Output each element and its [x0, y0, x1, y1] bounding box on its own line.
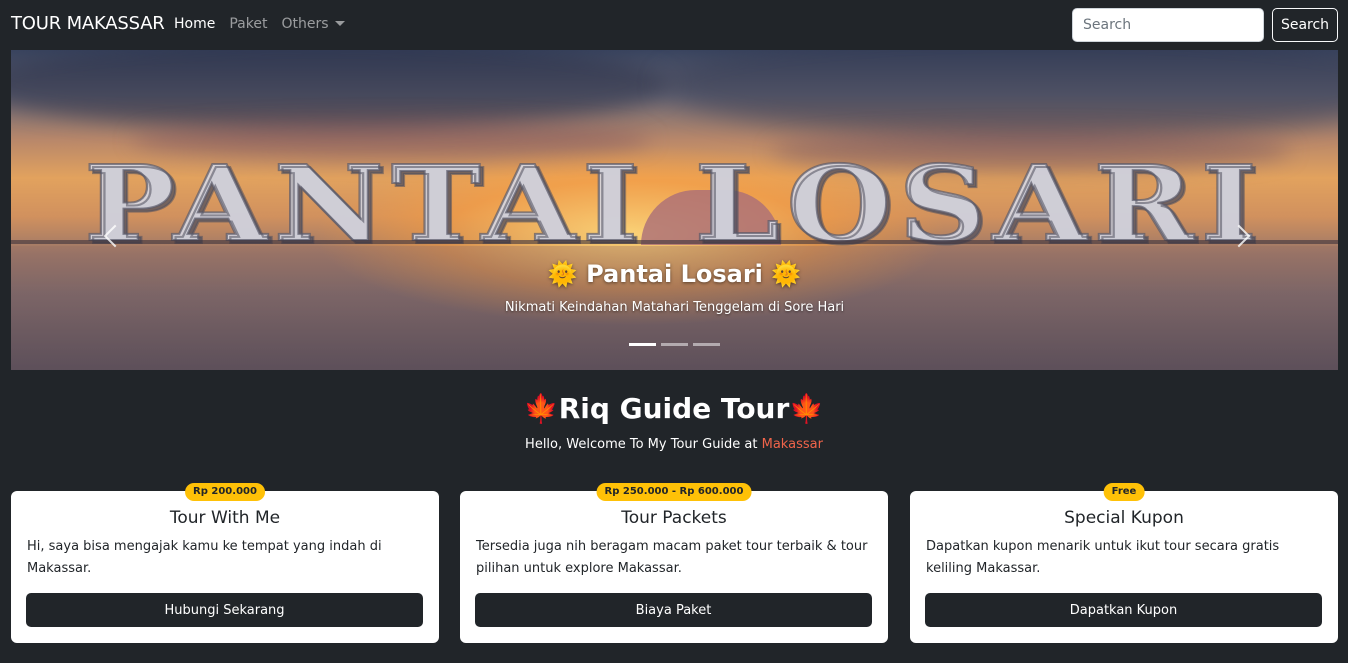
sign-letters-text: PANTAI LOSARI	[84, 142, 1264, 252]
pantai-losari-sign-svg: PANTAI LOSARI	[83, 141, 1264, 266]
maple-leaf-icon: 🍁	[789, 392, 825, 425]
card-title: Special Kupon	[1064, 508, 1184, 528]
brand-logo[interactable]: TOUR MAKASSAR	[11, 13, 165, 34]
page-title-text: Riq Guide Tour	[558, 392, 790, 425]
maple-leaf-icon: 🍁	[523, 392, 559, 425]
carousel-image-cloud	[661, 50, 1338, 140]
price-badge: Rp 200.000	[185, 483, 265, 501]
card-text: Hi, saya bisa mengajak kamu ke tempat ya…	[27, 539, 382, 576]
biaya-paket-button[interactable]: Biaya Paket	[475, 593, 872, 627]
card-text: Tersedia juga nih beragam macam paket to…	[476, 539, 868, 576]
caret-down-icon	[334, 21, 345, 26]
card-title: Tour With Me	[169, 508, 281, 528]
nav-link-paket[interactable]: Paket	[229, 16, 267, 32]
hubungi-sekarang-button[interactable]: Hubungi Sekarang	[26, 593, 423, 627]
card-tour-packets: Rp 250.000 - Rp 600.000 Tour Packets Ter…	[460, 483, 888, 643]
card-special-kupon: Free Special Kupon Dapatkan kupon menari…	[910, 483, 1338, 643]
carousel-image-cloud	[11, 50, 671, 130]
page-subtitle-accent: Makassar	[761, 437, 823, 452]
page-subtitle-text: Hello, Welcome To My Tour Guide at	[525, 437, 762, 452]
navbar: TOUR MAKASSAR Home Paket Others Search	[0, 0, 1348, 50]
carousel-indicator-3[interactable]	[693, 343, 720, 346]
dapatkan-kupon-button[interactable]: Dapatkan Kupon	[925, 593, 1322, 627]
page-subtitle: Hello, Welcome To My Tour Guide at Makas…	[0, 437, 1348, 452]
price-badge: Rp 250.000 - Rp 600.000	[596, 483, 752, 501]
nav-link-home[interactable]: Home	[174, 16, 215, 32]
price-badge: Free	[1103, 483, 1145, 501]
card-tour-with-me: Rp 200.000 Tour With Me Hi, saya bisa me…	[11, 483, 439, 643]
card-text: Dapatkan kupon menarik untuk ikut tour s…	[926, 539, 1280, 576]
nav-dropdown-others[interactable]: Others	[281, 16, 345, 32]
search-input[interactable]	[1072, 8, 1264, 42]
carousel-indicator-1[interactable]	[629, 343, 656, 346]
nav-dropdown-label: Others	[281, 16, 329, 32]
search-button[interactable]: Search	[1272, 8, 1338, 42]
hero-carousel: PANTAI LOSARI 🌞 Pantai Losari 🌞 Nikmati …	[11, 50, 1338, 370]
carousel-caption-text: Nikmati Keindahan Matahari Tenggelam di …	[504, 300, 845, 315]
page-title: 🍁Riq Guide Tour🍁	[0, 392, 1348, 425]
carousel-indicators	[629, 343, 720, 346]
carousel-image-sign-letters: PANTAI LOSARI	[11, 132, 1338, 266]
carousel-image-horizon	[11, 240, 1338, 244]
carousel-indicator-2[interactable]	[661, 343, 688, 346]
carousel-caption-title: 🌞 Pantai Losari 🌞	[547, 260, 802, 288]
card-title: Tour Packets	[621, 508, 727, 528]
nav-links: Home Paket Others	[174, 16, 359, 32]
